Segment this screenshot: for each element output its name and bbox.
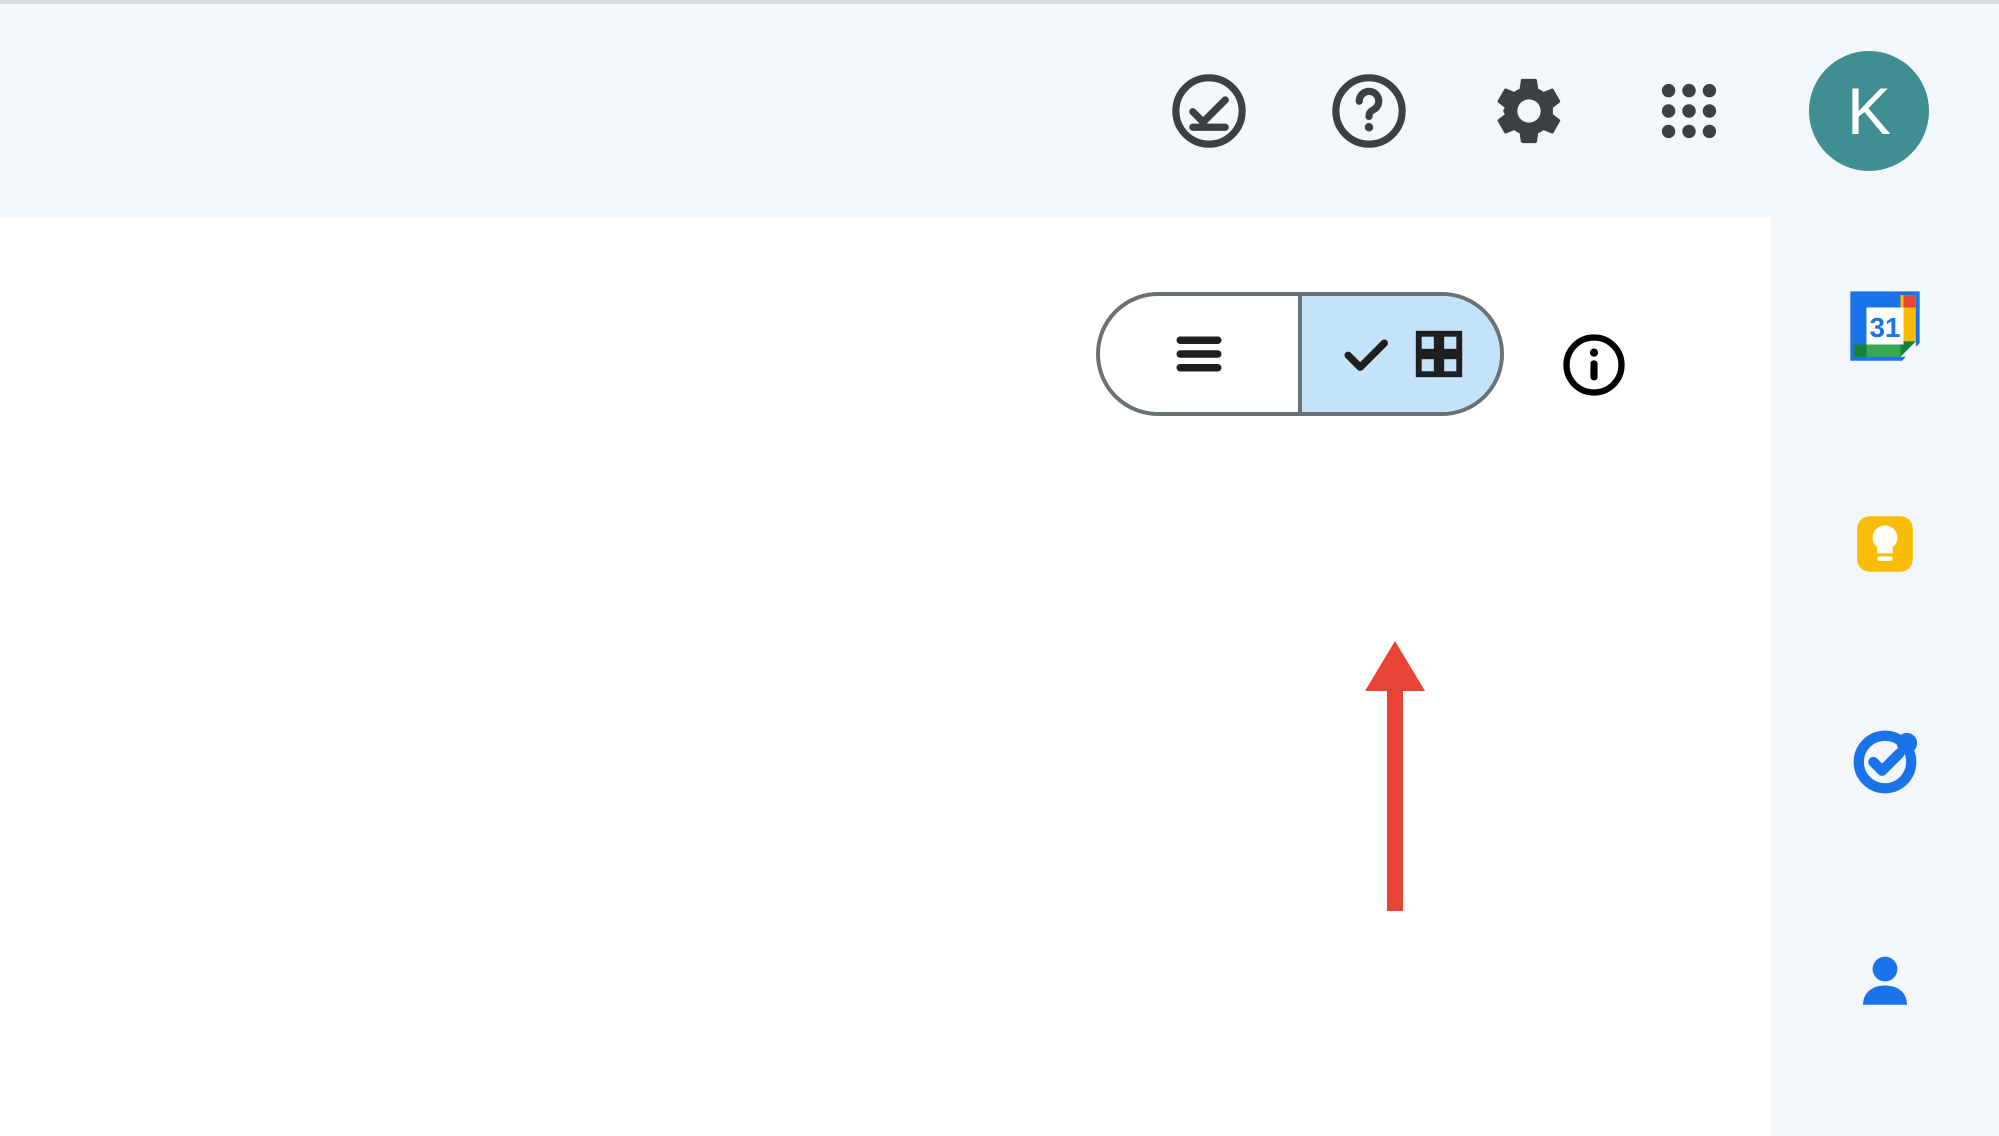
tasks-icon: [1850, 727, 1920, 797]
keep-icon: [1848, 507, 1922, 581]
grid-icon: [1412, 327, 1466, 381]
apps-grid-icon: [1654, 76, 1724, 146]
sidepanel-keep[interactable]: [1846, 505, 1924, 583]
list-view-button[interactable]: [1100, 296, 1298, 412]
list-icon: [1169, 324, 1229, 384]
settings-button[interactable]: [1489, 71, 1569, 151]
info-icon: [1561, 332, 1627, 398]
gear-icon: [1489, 70, 1569, 152]
help-icon: [1330, 72, 1408, 150]
apps-button[interactable]: [1649, 71, 1729, 151]
check-icon: [1336, 325, 1394, 383]
view-toggle: [1096, 292, 1504, 416]
sidepanel-tasks[interactable]: [1846, 723, 1924, 801]
annotation-arrow: [1360, 641, 1430, 911]
help-button[interactable]: [1329, 71, 1409, 151]
topbar: K: [0, 0, 1999, 217]
grid-view-button[interactable]: [1302, 296, 1500, 412]
main-area: [0, 217, 1771, 1136]
side-panel: 31: [1771, 217, 1999, 1136]
calendar-date-label: 31: [1870, 312, 1901, 343]
layout: 31: [0, 217, 1999, 1136]
offline-ready-icon: [1170, 72, 1248, 150]
account-avatar[interactable]: K: [1809, 51, 1929, 171]
contacts-icon: [1852, 947, 1918, 1013]
sidepanel-contacts[interactable]: [1846, 941, 1924, 1019]
sidepanel-calendar[interactable]: 31: [1846, 287, 1924, 365]
offline-ready-button[interactable]: [1169, 71, 1249, 151]
info-button[interactable]: [1561, 332, 1627, 398]
calendar-icon: 31: [1848, 289, 1922, 363]
avatar-initial: K: [1847, 73, 1891, 149]
